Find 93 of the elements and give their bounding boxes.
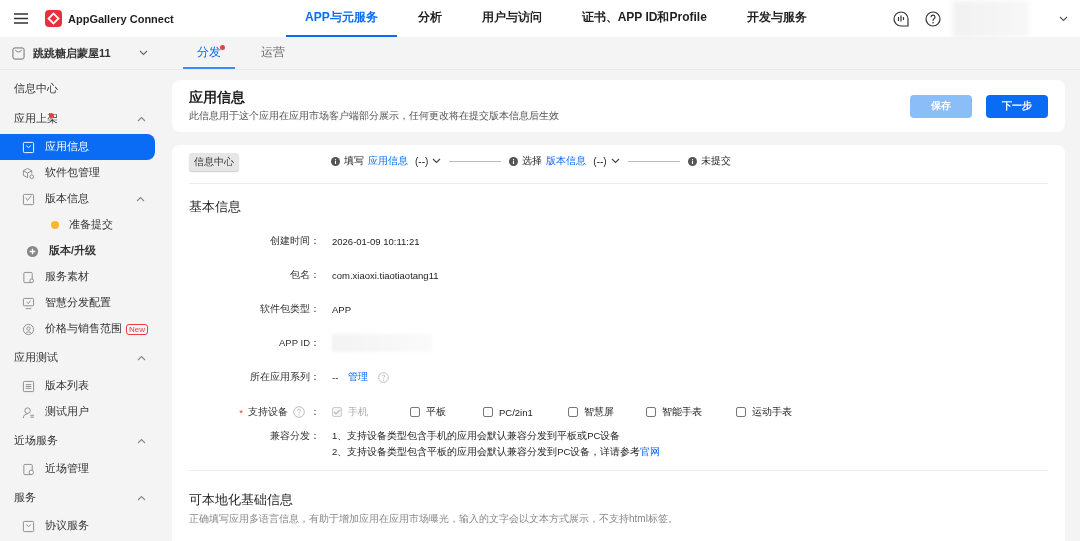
check-icon	[333, 408, 341, 416]
chevron-up-icon[interactable]	[136, 196, 145, 202]
nav-tab[interactable]: 分析	[398, 0, 461, 37]
chevron-up-icon[interactable]	[137, 115, 146, 122]
nav-tab[interactable]: APP与元服务	[286, 0, 397, 37]
file-gear-icon	[22, 270, 35, 284]
help-icon[interactable]	[925, 10, 941, 27]
sidebar-item[interactable]: 智慧分发配置	[0, 290, 155, 316]
cube-gear-icon	[22, 166, 35, 180]
user-icon	[22, 405, 35, 419]
field-value: 2026-01-09 10:11:21	[332, 235, 421, 247]
sidebar-item[interactable]: 协议服务	[0, 513, 155, 539]
section-title: 可本地化基础信息	[189, 491, 294, 509]
next-button[interactable]: 下一步	[986, 94, 1048, 118]
sidebar-item[interactable]: 软件包管理	[0, 160, 155, 186]
device-checkbox[interactable]: 智慧屏	[568, 405, 636, 419]
page-description: 此信息用于这个应用在应用市场客户端部分展示，任何更改将在提交版本信息后生效	[189, 110, 559, 123]
window-icon	[22, 519, 35, 533]
sidebar-item[interactable]: 近场管理	[0, 456, 155, 482]
card-reader-icon	[22, 462, 35, 476]
list-icon	[22, 379, 35, 393]
website-link[interactable]: 官网	[640, 446, 661, 457]
monitor-icon	[22, 296, 35, 310]
chevron-down-icon[interactable]	[610, 158, 620, 164]
page-title: 应用信息	[189, 89, 246, 107]
sidebar-item[interactable]: 版本信息	[0, 186, 155, 212]
section-tab[interactable]: 运营	[247, 37, 299, 69]
sidebar-item[interactable]: 版本/升级	[0, 238, 155, 264]
device-checkbox[interactable]: 平板	[410, 405, 473, 419]
field-label: APP ID：	[278, 336, 320, 350]
field-value: --	[332, 371, 339, 383]
section-tab[interactable]: 分发	[183, 37, 235, 69]
chat-icon[interactable]	[893, 10, 909, 27]
field-label: 包名：	[289, 268, 320, 282]
field-label: 兼容分发：	[269, 430, 320, 443]
info-icon	[331, 156, 340, 166]
field-label: 软件包类型：	[259, 302, 320, 316]
chevron-down-icon[interactable]	[432, 158, 442, 164]
step-action: 选择	[522, 154, 543, 168]
window-icon	[22, 140, 35, 154]
plus-circle-icon	[26, 244, 39, 258]
field-label: 创建时间：	[269, 234, 320, 248]
info-tag: 信息中心	[189, 153, 239, 171]
chevron-down-icon[interactable]	[139, 50, 148, 56]
person-circle-icon	[22, 322, 35, 336]
step-action: 填写	[344, 154, 364, 168]
info-icon	[509, 156, 519, 166]
info-icon	[687, 156, 697, 166]
sidebar-group-title[interactable]: 服务	[14, 490, 42, 505]
sidebar-subitem[interactable]: 准备提交	[0, 212, 155, 238]
device-checkbox[interactable]: PC/2in1	[483, 406, 558, 418]
device-checkbox[interactable]: 运动手表	[736, 405, 806, 419]
chevron-up-icon[interactable]	[137, 354, 146, 361]
nav-tab[interactable]: 用户与访问	[462, 0, 561, 37]
note-text: 2、支持设备类型包含平板的应用会默认兼容分发到PC设备，详请参考官网	[332, 446, 662, 459]
notification-dot	[220, 45, 225, 50]
step-link[interactable]: 版本信息	[546, 154, 587, 168]
section-title: 基本信息	[189, 198, 242, 216]
field-label: 所在应用系列：	[249, 370, 320, 384]
required-mark: *	[239, 406, 243, 418]
bag-icon	[12, 46, 25, 60]
field-value: APP	[332, 303, 352, 315]
field-value: com.xiaoxi.tiaotiaotang11	[332, 269, 440, 281]
sidebar-item[interactable]: 测试用户	[0, 399, 155, 425]
chevron-up-icon[interactable]	[137, 494, 146, 501]
section-description: 正确填写应用多语言信息，有助于增加应用在应用市场曝光，输入的文字会以文本方式展示，不支持html标签。	[189, 512, 679, 526]
app-selector[interactable]: 跳跳糖启蒙屋11	[0, 37, 160, 69]
step-status: (--)	[415, 155, 429, 167]
sidebar-link[interactable]: 信息中心	[14, 81, 58, 96]
document-icon	[22, 192, 35, 206]
chevron-up-icon[interactable]	[137, 437, 146, 444]
brand-name: AppGallery Connect	[68, 12, 175, 25]
step-action: 未提交	[700, 154, 731, 168]
step-status: (--)	[593, 155, 607, 167]
sidebar-item[interactable]: 应用信息	[0, 134, 155, 160]
colon: ：	[310, 405, 320, 419]
sidebar-group-title[interactable]: 应用测试	[14, 350, 64, 365]
chevron-down-icon[interactable]	[1059, 15, 1068, 22]
menu-icon[interactable]	[14, 13, 28, 24]
sidebar-item[interactable]: 服务素材	[0, 264, 155, 290]
sidebar-item[interactable]: 价格与销售范围 New	[0, 316, 155, 342]
step-link[interactable]: 应用信息	[368, 154, 408, 168]
required-dot	[49, 112, 54, 118]
sidebar-group-title[interactable]: 近场服务	[14, 433, 64, 448]
manage-link[interactable]: 管理	[348, 370, 369, 384]
logo-icon	[45, 10, 62, 27]
note-text: 1、支持设备类型包含手机的应用会默认兼容分发到平板或PC设备	[332, 430, 622, 443]
field-label: 支持设备	[248, 405, 288, 419]
device-checkbox[interactable]: 智能手表	[646, 405, 726, 419]
nav-tab[interactable]: 开发与服务	[727, 0, 826, 37]
sidebar-item[interactable]: 版本列表	[0, 373, 155, 399]
nav-tab[interactable]: 证书、APP ID和Profile	[562, 0, 726, 37]
new-badge: New	[126, 323, 148, 335]
